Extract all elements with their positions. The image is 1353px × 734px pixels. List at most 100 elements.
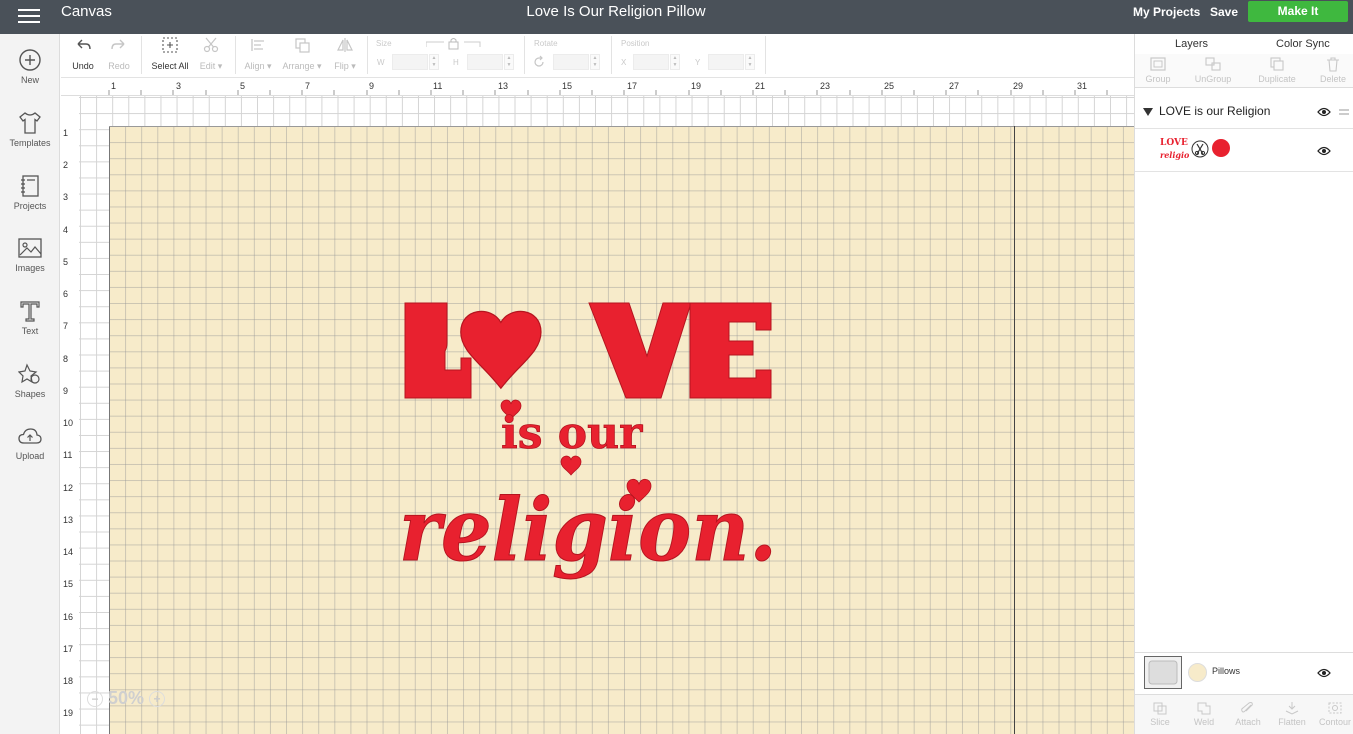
- zoom-in-button[interactable]: +: [149, 691, 166, 708]
- is-our-text: is our: [501, 408, 643, 459]
- layer-actions: Group UnGroup Duplicate Delete: [1135, 54, 1353, 88]
- ruler-left-label: 12: [63, 483, 74, 493]
- ruler-left-label: 4: [63, 225, 69, 235]
- x-position-input[interactable]: [633, 54, 669, 70]
- duplicate-button[interactable]: Duplicate: [1251, 56, 1303, 84]
- top-ruler-ticks: [108, 90, 1108, 95]
- flatten-button[interactable]: Flatten: [1275, 701, 1309, 727]
- tab-layers[interactable]: Layers: [1175, 38, 1208, 50]
- align-label: Align ▾: [244, 61, 272, 71]
- select-all-button[interactable]: Select All: [149, 36, 191, 71]
- ruler-top-label: 15: [562, 81, 573, 91]
- make-it-button[interactable]: Make It: [1248, 1, 1348, 22]
- images-button[interactable]: Images: [0, 236, 60, 292]
- pillow-icon: [1148, 660, 1178, 685]
- upload-button[interactable]: Upload: [0, 426, 60, 482]
- save-button[interactable]: Save: [1210, 5, 1238, 19]
- eye-icon[interactable]: [1317, 146, 1331, 156]
- projects-button[interactable]: Projects: [0, 174, 60, 230]
- eye-icon[interactable]: [1317, 668, 1331, 678]
- zoom-level: 50%: [108, 688, 145, 708]
- align-dropdown[interactable]: Align ▾: [241, 36, 275, 72]
- size-label: Size: [376, 39, 392, 48]
- undo-button[interactable]: Undo: [71, 36, 95, 71]
- attach-label: Attach: [1235, 717, 1261, 727]
- cut-scissors-icon[interactable]: [1191, 140, 1209, 158]
- height-input[interactable]: [467, 54, 503, 70]
- select-all-icon: [162, 37, 178, 53]
- y-position-input[interactable]: [708, 54, 744, 70]
- bottom-layer-actions: Slice Weld Attach Flatten Contour: [1135, 694, 1353, 734]
- pillow-color-swatch[interactable]: [1188, 663, 1207, 682]
- top-bar: Canvas Love Is Our Religion Pillow My Pr…: [0, 0, 1353, 34]
- x-position-stepper[interactable]: ▲ ▼: [670, 54, 680, 70]
- rotate-stepper[interactable]: ▲ ▼: [590, 54, 600, 70]
- width-stepper[interactable]: ▲ ▼: [429, 54, 439, 70]
- layer-thumbnail: LOVE religion.: [1160, 138, 1189, 160]
- layer-color-swatch[interactable]: [1212, 139, 1230, 157]
- edit-dropdown[interactable]: Edit ▾: [197, 36, 225, 72]
- collapse-triangle-icon[interactable]: [1142, 107, 1154, 117]
- redo-button[interactable]: Redo: [107, 36, 131, 71]
- edit-label: Edit ▾: [199, 61, 223, 71]
- group-button[interactable]: Group: [1143, 56, 1173, 84]
- layer-group-row[interactable]: LOVE is our Religion: [1135, 95, 1353, 129]
- ungroup-button[interactable]: UnGroup: [1191, 56, 1235, 84]
- drag-handle-icon[interactable]: [1338, 108, 1350, 116]
- templates-button[interactable]: Templates: [0, 111, 60, 167]
- love-is-our-religion-design[interactable]: is our religion.: [401, 298, 801, 628]
- projects-label: Projects: [13, 201, 47, 211]
- width-input[interactable]: [392, 54, 428, 70]
- ruler-top-label: 23: [820, 81, 831, 91]
- toolbar-divider: [367, 36, 368, 74]
- group-label: Group: [1145, 74, 1171, 84]
- layer-item[interactable]: LOVE religion.: [1135, 130, 1353, 172]
- tab-color-sync[interactable]: Color Sync: [1276, 38, 1330, 50]
- arrange-dropdown[interactable]: Arrange ▾: [281, 36, 323, 72]
- slice-button[interactable]: Slice: [1147, 701, 1173, 727]
- layers-panel: Layers Color Sync Group UnGroup Duplicat…: [1134, 34, 1353, 734]
- new-button[interactable]: New: [0, 48, 60, 104]
- ruler-top-label: 27: [949, 81, 960, 91]
- ruler-left-label: 16: [63, 612, 74, 622]
- ruler-top-label: 3: [176, 81, 182, 91]
- ruler-top-label: 31: [1077, 81, 1088, 91]
- text-button[interactable]: Text: [0, 299, 60, 355]
- eye-icon[interactable]: [1317, 107, 1331, 117]
- shirt-icon: [19, 112, 41, 134]
- contour-button[interactable]: Contour: [1317, 701, 1353, 727]
- left-ruler: 1 2 3 4 5 6 7 8 9 10 11 12 13 14 15 16 1…: [61, 96, 79, 734]
- toolbar-divider: [765, 36, 766, 74]
- my-projects-link[interactable]: My Projects: [1133, 5, 1200, 19]
- images-label: Images: [15, 263, 45, 273]
- lock-icon[interactable]: [426, 36, 482, 50]
- ungroup-icon: [1205, 57, 1221, 71]
- plus-circle-icon: [19, 49, 41, 71]
- ruler-top-label: 19: [691, 81, 702, 91]
- zoom-out-button[interactable]: −: [87, 691, 103, 708]
- ruler-left-label: 13: [63, 515, 74, 525]
- rotate-input[interactable]: [553, 54, 589, 70]
- shapes-button[interactable]: Shapes: [0, 362, 60, 418]
- ruler-left-label: 19: [63, 708, 74, 718]
- arrange-icon: [295, 38, 310, 53]
- design-canvas[interactable]: is our religion. − 50% +: [79, 96, 1134, 734]
- undo-arrow-icon: [77, 39, 91, 50]
- position-label: Position: [621, 39, 650, 48]
- delete-button[interactable]: Delete: [1317, 56, 1349, 84]
- edit-toolbar: Undo Redo Select All Edit ▾ Align ▾ Arra…: [61, 34, 1134, 78]
- ruler-top-label: 9: [369, 81, 375, 91]
- y-position-stepper[interactable]: ▲ ▼: [745, 54, 755, 70]
- flip-dropdown[interactable]: Flip ▾: [331, 36, 359, 72]
- height-stepper[interactable]: ▲ ▼: [504, 54, 514, 70]
- project-title: Love Is Our Religion Pillow: [526, 3, 706, 20]
- flip-label: Flip ▾: [334, 61, 356, 71]
- ruler-top-label: 21: [755, 81, 766, 91]
- ruler-top-label: 1: [111, 81, 117, 91]
- pillow-layer-row[interactable]: Pillows: [1135, 652, 1353, 692]
- shapes-icon: [18, 363, 40, 384]
- weld-button[interactable]: Weld: [1191, 701, 1217, 727]
- attach-button[interactable]: Attach: [1233, 701, 1263, 727]
- group-name: LOVE is our Religion: [1159, 104, 1271, 118]
- width-label: W: [377, 58, 385, 67]
